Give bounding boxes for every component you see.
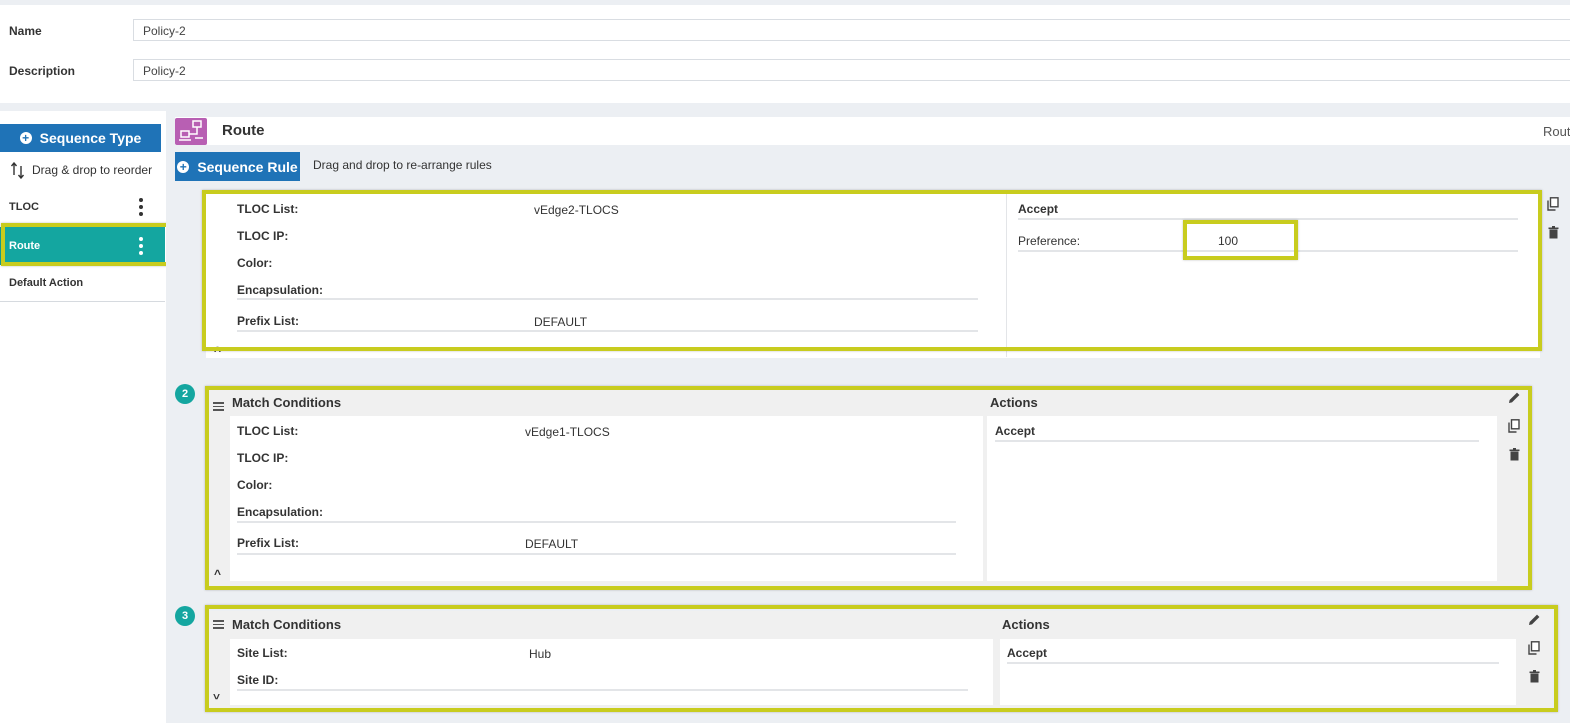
sequence-type-button[interactable]: + Sequence Type	[0, 124, 161, 152]
highlight-rule-3	[205, 605, 1558, 712]
sidebar-item-tloc[interactable]: TLOC	[0, 188, 165, 226]
sequence-rule-label: Sequence Rule	[197, 158, 298, 175]
sequence-type-label: Sequence Type	[39, 130, 142, 146]
top-strip	[0, 0, 1570, 5]
reorder-hint-text: Drag & drop to reorder	[32, 163, 153, 177]
sidebar-item-label: Default Action	[9, 276, 84, 289]
route-header	[175, 117, 1570, 145]
plus-circle-icon: +	[19, 132, 32, 144]
name-field[interactable]: Policy-2	[133, 19, 1570, 41]
highlight-rule-2	[205, 386, 1532, 590]
form-divider	[0, 103, 1570, 111]
highlight-rule-1	[202, 190, 1542, 351]
reorder-hint: Drag & drop to reorder	[11, 160, 166, 180]
page-title: Route	[222, 122, 265, 139]
trash-icon[interactable]	[1548, 226, 1559, 239]
sidebar-item-label: TLOC	[9, 201, 39, 213]
copy-icon[interactable]	[1547, 197, 1559, 211]
rule-number-badge: 2	[175, 384, 195, 404]
kebab-menu-icon[interactable]	[139, 198, 143, 216]
rearrange-hint: Drag and drop to re-arrange rules	[313, 158, 492, 172]
route-header-right: Rout	[1543, 124, 1570, 139]
sidebar-item-default-action[interactable]: Default Action	[0, 264, 165, 302]
description-label: Description	[9, 64, 76, 78]
sequence-rule-button[interactable]: + Sequence Rule	[175, 152, 300, 181]
rule-number-badge: 3	[175, 606, 195, 626]
swap-vertical-icon	[11, 161, 25, 179]
highlight-route-item	[1, 223, 189, 266]
network-route-icon	[175, 118, 207, 145]
description-field[interactable]: Policy-2	[133, 59, 1570, 81]
name-label: Name	[9, 24, 42, 38]
plus-circle-icon: +	[177, 160, 190, 173]
